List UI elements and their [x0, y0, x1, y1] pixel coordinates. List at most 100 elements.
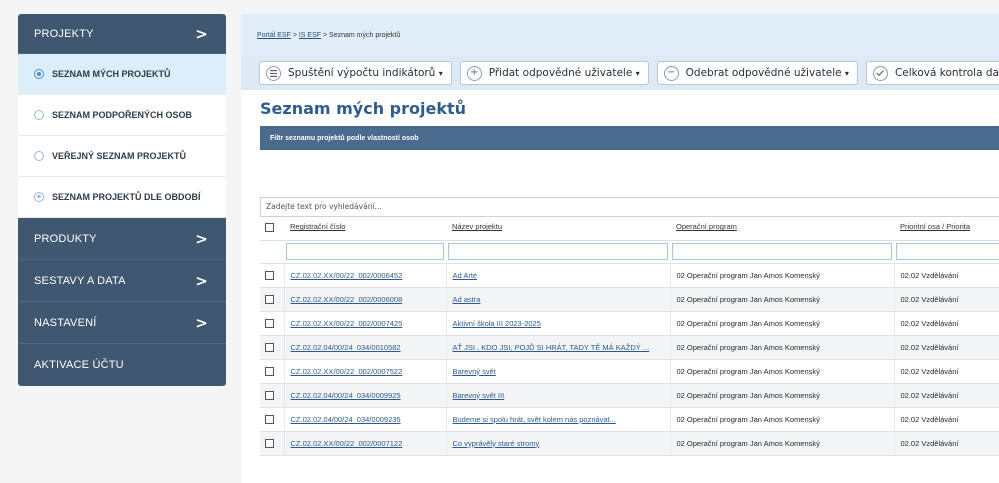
row-checkbox-cell [260, 335, 285, 360]
prioritni-osa-cell: 02.02 Vzdělávání [894, 383, 999, 408]
main-content: Portál ESF > IS ESF > Seznam mých projek… [241, 14, 999, 483]
operacni-program-cell: 02 Operační program Jan Amos Komenský [670, 287, 895, 312]
search-input[interactable] [260, 196, 999, 217]
sidebar: PROJEKTY > SEZNAM MÝCH PROJEKTŮ SEZNAM P… [18, 14, 226, 386]
table-row: CZ.02.02.04/00/24_034/0009925 Barevný svě… [260, 383, 999, 408]
row-checkbox[interactable] [265, 366, 274, 376]
nazev-projektu-link[interactable]: Aktivní škola III 2023-2025 [446, 311, 671, 336]
sidebar-section-sestavy-a-data[interactable]: SESTAVY A DATA > [18, 260, 226, 302]
button-label: Přidat odpovědné uživatele [488, 67, 633, 79]
button-label: Odebrat odpovědné uživatele [685, 67, 842, 79]
breadcrumb-separator: > [323, 31, 328, 39]
breadcrumb: Portál ESF > IS ESF > Seznam mých projek… [241, 14, 999, 56]
column-header-nazev-projektu[interactable]: Název projektu [446, 214, 670, 241]
pridat-odpovedne-uzivatele-button[interactable]: + Přidat odpovědné uživatele ▾ [459, 61, 649, 85]
page-title: Seznam mých projektů [260, 99, 467, 118]
row-checkbox[interactable] [265, 342, 274, 352]
sidebar-section-label: PRODUKTY [34, 232, 97, 245]
breadcrumb-separator: > [292, 31, 297, 39]
nazev-projektu-link[interactable]: Ad astra [446, 287, 671, 312]
registracni-cislo-link[interactable]: CZ.02.02.XX/00/22_002/0006008 [284, 287, 447, 312]
column-header-operacni-program[interactable]: Operační program [670, 214, 894, 241]
row-checkbox[interactable] [265, 390, 274, 400]
filter-input-registracni-cislo[interactable] [286, 243, 444, 260]
sidebar-item-seznam-mych-projektu[interactable]: SEZNAM MÝCH PROJEKTŮ [18, 54, 226, 95]
column-header-prioritni-osa[interactable]: Prioritní osa / Priorita [894, 214, 999, 241]
nazev-projektu-link[interactable]: Barevný svět [446, 359, 671, 384]
list-icon [266, 65, 281, 81]
toolbar: Spuštění výpočtu indikátorů ▾ + Přidat o… [241, 56, 999, 90]
nazev-projektu-link[interactable]: Ad Arte [446, 263, 671, 288]
row-checkbox-cell [260, 383, 285, 408]
registracni-cislo-link[interactable]: CZ.02.02.04/00/24_034/0010582 [284, 335, 447, 360]
filter-input-nazev-projektu[interactable] [448, 243, 668, 260]
radio-selected-icon [34, 69, 44, 79]
row-checkbox[interactable] [265, 318, 274, 328]
sidebar-section-nastaveni[interactable]: NASTAVENÍ > [18, 302, 226, 344]
operacni-program-cell: 02 Operační program Jan Amos Komenský [670, 335, 895, 360]
chevron-right-icon: > [195, 229, 208, 248]
table-row: CZ.02.02.XX/00/22_002/0006008 Ad astra 02 … [260, 287, 999, 312]
celkova-kontrola-dat-button[interactable]: Celková kontrola dat [865, 61, 999, 85]
plus-circle-icon: + [34, 192, 44, 202]
spusteni-vypoctu-indikatoru-button[interactable]: Spuštění výpočtu indikátorů ▾ [259, 61, 452, 85]
operacni-program-cell: 02 Operační program Jan Amos Komenský [670, 263, 895, 288]
nazev-projektu-link[interactable]: Co vyprávěly staré stromy [446, 431, 671, 456]
caret-down-icon: ▾ [635, 68, 640, 78]
caret-down-icon: ▾ [844, 68, 849, 78]
operacni-program-cell: 02 Operační program Jan Amos Komenský [670, 311, 895, 336]
breadcrumb-link-is-esf[interactable]: IS ESF [299, 32, 321, 39]
sidebar-item-label: VEŘEJNÝ SEZNAM PROJEKTŮ [52, 151, 187, 161]
plus-circle-icon: + [466, 65, 482, 81]
registracni-cislo-link[interactable]: CZ.02.02.XX/00/22_002/0006452 [284, 263, 447, 288]
column-header-registracni-cislo[interactable]: Registrační číslo [284, 214, 446, 241]
chevron-right-icon: > [195, 313, 208, 332]
sidebar-item-verejny-seznam-projektu[interactable]: VEŘEJNÝ SEZNAM PROJEKTŮ [18, 136, 226, 177]
chevron-right-icon: > [195, 271, 208, 290]
table-row: CZ.02.02.04/00/24_034/0009235 Budeme si s… [260, 407, 999, 432]
filter-input-prioritni-osa[interactable] [896, 243, 999, 260]
sidebar-section-projekty[interactable]: PROJEKTY > [18, 14, 226, 54]
filter-cell [446, 240, 670, 264]
sidebar-section-produkty[interactable]: PRODUKTY > [18, 218, 226, 260]
prioritni-osa-cell: 02.02 Vzdělávání [894, 287, 999, 312]
select-all-checkbox[interactable] [265, 222, 274, 232]
registracni-cislo-link[interactable]: CZ.02.02.04/00/24_034/0009925 [284, 383, 447, 408]
nazev-projektu-link[interactable]: Barevný svět III [446, 383, 671, 408]
row-checkbox[interactable] [265, 294, 274, 304]
sidebar-item-seznam-projektu-dle-obdobi[interactable]: + SEZNAM PROJEKTŮ DLE OBDOBÍ [18, 177, 226, 218]
filter-cell [894, 240, 999, 264]
row-checkbox-cell [260, 359, 285, 384]
registracni-cislo-link[interactable]: CZ.02.02.04/00/24_034/0009235 [284, 407, 447, 432]
filter-cell-empty [260, 240, 284, 264]
row-checkbox[interactable] [265, 414, 274, 424]
row-checkbox[interactable] [265, 438, 274, 448]
sidebar-item-seznam-podporenych-osob[interactable]: SEZNAM PODPOŘENÝCH OSOB [18, 95, 226, 136]
sidebar-section-label: SESTAVY A DATA [34, 274, 126, 287]
filter-cell [670, 240, 894, 264]
prioritni-osa-cell: 02.02 Vzdělávání [894, 311, 999, 336]
operacni-program-cell: 02 Operační program Jan Amos Komenský [670, 359, 895, 384]
row-checkbox-cell [260, 263, 285, 288]
table-body: CZ.02.02.XX/00/22_002/0006452 Ad Arte 02 O… [260, 240, 999, 456]
registracni-cislo-link[interactable]: CZ.02.02.XX/00/22_002/0007425 [284, 311, 447, 336]
search-wrapper [260, 194, 999, 217]
nazev-projektu-link[interactable]: Budeme si spolu hrát, svět kolem nás poz… [446, 407, 671, 432]
registracni-cislo-link[interactable]: CZ.02.02.XX/00/22_002/0007522 [284, 359, 447, 384]
sidebar-item-label: SEZNAM PODPOŘENÝCH OSOB [52, 110, 193, 120]
breadcrumb-link-portal-esf[interactable]: Portál ESF [257, 32, 291, 39]
sidebar-section-label: NASTAVENÍ [34, 316, 97, 329]
nazev-projektu-link[interactable]: AŤ JSI , KDO JSI, POJĎ SI HRÁT, TADY TĚ … [446, 335, 671, 360]
registracni-cislo-link[interactable]: CZ.02.02.XX/00/22_002/0007122 [284, 431, 447, 456]
odebrat-odpovedne-uzivatele-button[interactable]: − Odebrat odpovědné uživatele ▾ [656, 61, 858, 85]
prioritni-osa-cell: 02.02 Vzdělávání [894, 335, 999, 360]
row-checkbox[interactable] [265, 270, 274, 280]
sidebar-section-aktivace-uctu[interactable]: AKTIVACE ÚČTU [18, 344, 226, 386]
radio-icon [34, 151, 44, 161]
app-root: PROJEKTY > SEZNAM MÝCH PROJEKTŮ SEZNAM P… [0, 0, 999, 483]
filter-panel-header[interactable]: Filtr seznamu projektů podle vlastností … [260, 126, 999, 150]
filter-input-operacni-program[interactable] [672, 243, 892, 260]
table-row: CZ.02.02.04/00/24_034/0010582 AŤ JSI , KD… [260, 335, 999, 360]
minus-circle-icon: − [663, 65, 679, 81]
row-checkbox-cell [260, 311, 285, 336]
